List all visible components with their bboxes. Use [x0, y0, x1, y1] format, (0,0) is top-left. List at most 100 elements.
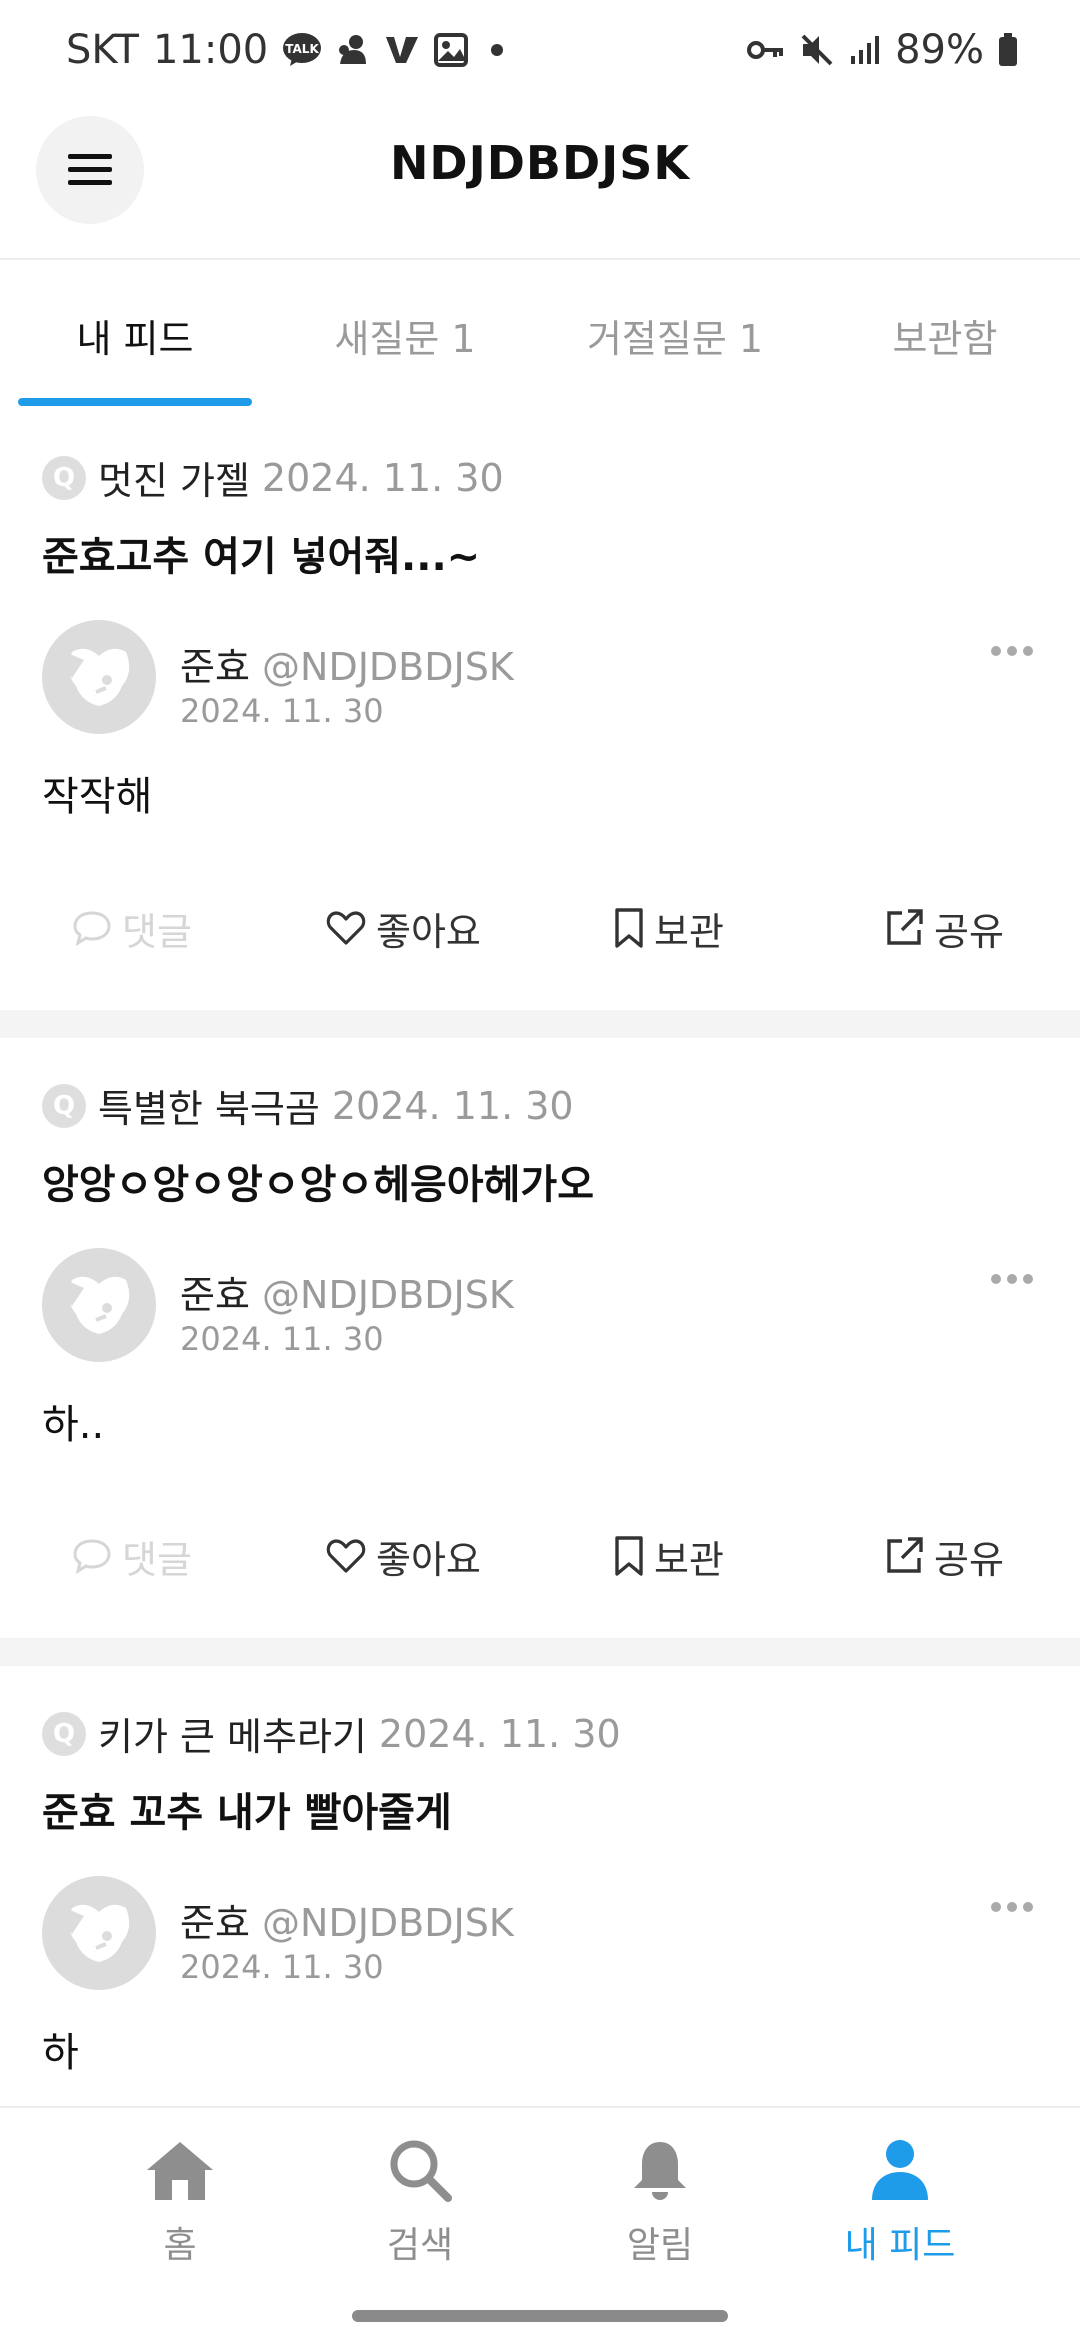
default-avatar-icon — [66, 648, 130, 706]
more-options-button[interactable] — [982, 636, 1042, 666]
home-indicator[interactable] — [352, 2310, 728, 2322]
tab-label: 새질문 1 — [334, 316, 476, 361]
default-avatar-icon — [66, 1904, 130, 1962]
search-icon — [390, 2140, 452, 2202]
comment-icon — [73, 1539, 111, 1575]
question-text[interactable]: 준효 꼬추 내가 빨아줄게 — [42, 1780, 452, 1838]
more-dots-icon — [991, 1274, 1033, 1284]
feed-card: Q 멋진 가젤 2024. 11. 30 준효고추 여기 넣어줘...~ 준효 … — [0, 410, 1080, 1010]
question-badge-icon: Q — [42, 1711, 86, 1756]
kakaotalk-icon: TALK — [282, 32, 322, 68]
heart-icon — [326, 1539, 366, 1573]
comment-button[interactable]: 댓글 — [72, 1506, 192, 1606]
nav-notifications[interactable]: 알림 — [560, 2138, 760, 2268]
answer-date: 2024. 11. 30 — [180, 1320, 384, 1358]
feed-tabs: 내 피드 새질문 1 거절질문 1 보관함 — [0, 262, 1080, 408]
question-meta: Q 특별한 북극곰 2024. 11. 30 — [42, 1078, 574, 1133]
answer-date: 2024. 11. 30 — [180, 692, 384, 730]
clock: 11:00 — [152, 27, 269, 73]
more-options-button[interactable] — [982, 1264, 1042, 1294]
status-bar: SKT 11:00 TALK 89% — [0, 0, 1080, 100]
card-separator — [0, 1638, 1080, 1666]
save-label: 보관 — [654, 909, 724, 954]
answer-author-name: 준효 — [180, 645, 250, 689]
question-text[interactable]: 앙앙ㅇ앙ㅇ앙ㅇ앙ㅇ헤응아헤가오 — [42, 1152, 594, 1210]
question-author: 키가 큰 메추라기 — [98, 1715, 367, 1759]
home-icon — [147, 2142, 213, 2200]
feed-card: Q 키가 큰 메추라기 2024. 11. 30 준효 꼬추 내가 빨아줄게 준… — [0, 1666, 1080, 2106]
bell-icon — [634, 2142, 686, 2200]
nav-my-feed-label: 내 피드 — [844, 2225, 956, 2266]
nav-home[interactable]: 홈 — [80, 2138, 280, 2268]
nav-search-label: 검색 — [386, 2225, 454, 2266]
share-external-icon — [887, 1537, 923, 1573]
share-button[interactable]: 공유 — [884, 1506, 1004, 1606]
share-label: 공유 — [934, 909, 1004, 954]
answer-author-handle: @NDJDBDJSK — [262, 645, 514, 689]
avatar[interactable] — [42, 1248, 156, 1362]
default-avatar-icon — [66, 1276, 130, 1334]
action-bar: 댓글 좋아요 보관 공유 — [0, 1506, 1080, 1606]
vpn-key-icon — [747, 39, 785, 61]
status-bar-right: 89% — [747, 27, 1018, 73]
comment-label: 댓글 — [122, 909, 192, 954]
bottom-navigation: 홈 검색 알림 내 피드 — [0, 2106, 1080, 2340]
answer-author-row: 준효 @NDJDBDJSK — [180, 636, 514, 691]
answer-author-handle: @NDJDBDJSK — [262, 1901, 514, 1945]
question-author: 특별한 북극곰 — [98, 1087, 320, 1131]
question-meta: Q 멋진 가젤 2024. 11. 30 — [42, 450, 504, 505]
game-app-icon — [336, 32, 370, 68]
comment-label: 댓글 — [122, 1537, 192, 1582]
bookmark-icon — [615, 1536, 643, 1576]
app-header: NDJDBDJSK — [0, 100, 1080, 260]
answer-text: 하 — [42, 2030, 79, 2076]
notification-app-icon — [384, 33, 420, 67]
mute-icon — [799, 32, 835, 68]
comment-button[interactable]: 댓글 — [72, 878, 192, 978]
more-options-button[interactable] — [982, 1892, 1042, 1922]
tab-label: 보관함 — [892, 316, 998, 361]
tab-archive[interactable]: 보관함 — [810, 262, 1080, 408]
save-button[interactable]: 보관 — [614, 878, 724, 978]
question-text[interactable]: 준효고추 여기 넣어줘...~ — [42, 524, 480, 582]
signal-icon — [849, 34, 881, 66]
tab-my-feed[interactable]: 내 피드 — [0, 262, 270, 408]
nav-my-feed[interactable]: 내 피드 — [800, 2138, 1000, 2268]
question-badge-icon: Q — [42, 1083, 86, 1128]
action-bar: 댓글 좋아요 보관 공유 — [0, 878, 1080, 978]
avatar[interactable] — [42, 1876, 156, 1990]
tab-new-questions[interactable]: 새질문 1 — [270, 262, 540, 408]
question-date: 2024. 11. 30 — [378, 1711, 621, 1756]
save-button[interactable]: 보관 — [614, 1506, 724, 1606]
nav-search[interactable]: 검색 — [320, 2138, 520, 2268]
person-icon — [872, 2140, 928, 2200]
nav-notifications-label: 알림 — [626, 2225, 694, 2266]
heart-icon — [326, 911, 366, 945]
tab-rejected-questions[interactable]: 거절질문 1 — [540, 262, 810, 408]
more-dots-icon — [991, 646, 1033, 656]
battery-icon — [998, 33, 1018, 67]
share-button[interactable]: 공유 — [884, 878, 1004, 978]
card-separator — [0, 1010, 1080, 1038]
question-author: 멋진 가젤 — [98, 459, 250, 503]
save-label: 보관 — [654, 1537, 724, 1582]
bookmark-icon — [615, 908, 643, 948]
like-label: 좋아요 — [376, 909, 481, 954]
like-button[interactable]: 좋아요 — [326, 1506, 481, 1606]
more-dots-icon — [991, 1902, 1033, 1912]
tab-label: 내 피드 — [76, 316, 194, 361]
question-badge-icon: Q — [42, 455, 86, 500]
answer-author-handle: @NDJDBDJSK — [262, 1273, 514, 1317]
carrier-label: SKT — [66, 27, 139, 73]
avatar[interactable] — [42, 620, 156, 734]
answer-author-name: 준효 — [180, 1273, 250, 1317]
battery-percent: 89% — [895, 27, 984, 73]
answer-text: 하.. — [42, 1402, 105, 1448]
comment-icon — [73, 911, 111, 947]
like-button[interactable]: 좋아요 — [326, 878, 481, 978]
answer-author-row: 준효 @NDJDBDJSK — [180, 1892, 514, 1947]
question-date: 2024. 11. 30 — [261, 455, 504, 500]
share-label: 공유 — [934, 1537, 1004, 1582]
feed-list[interactable]: Q 멋진 가젤 2024. 11. 30 준효고추 여기 넣어줘...~ 준효 … — [0, 410, 1080, 2106]
answer-text: 작작해 — [42, 774, 153, 820]
